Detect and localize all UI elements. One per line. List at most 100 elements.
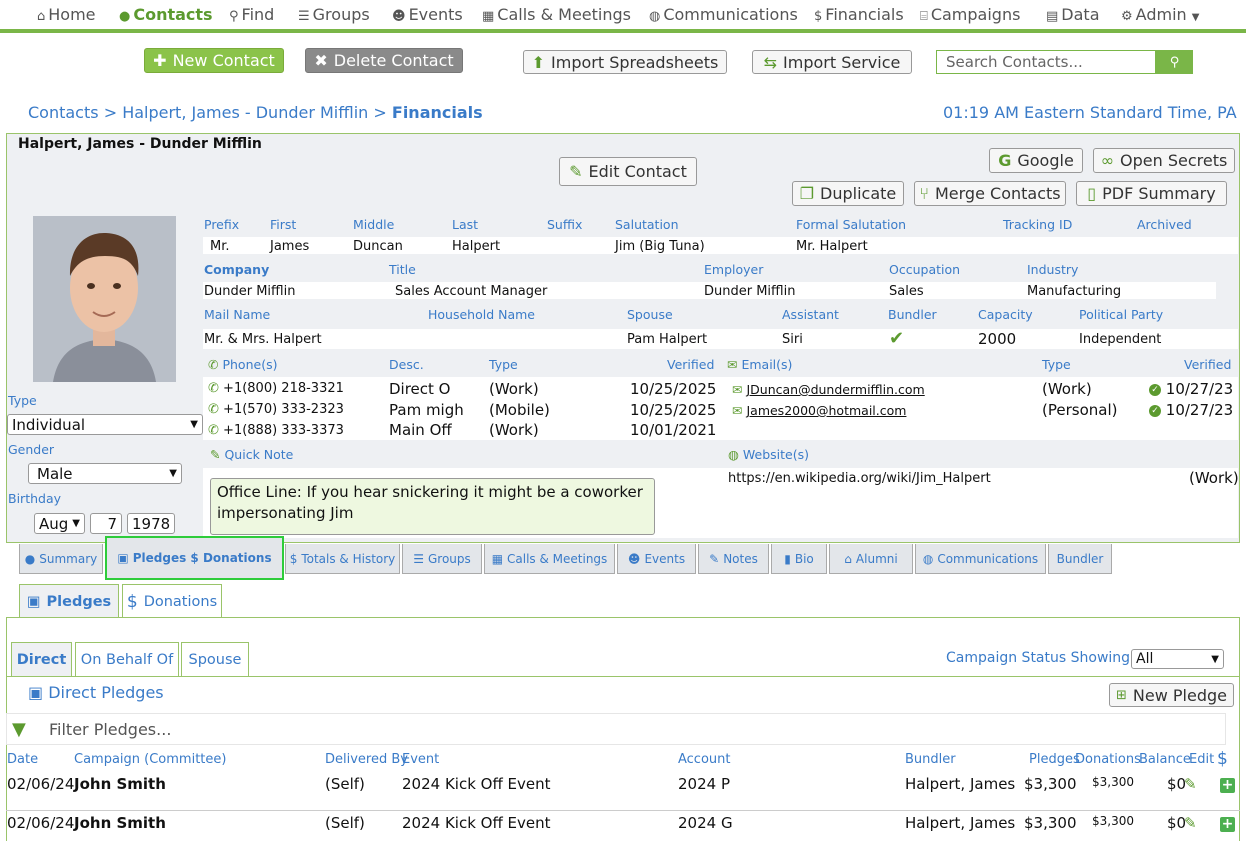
tab-pledges-donations[interactable]: ▣ Pledges $ Donations <box>105 536 284 580</box>
pdf-summary-button[interactable]: ▯ PDF Summary <box>1076 181 1227 206</box>
quick-note-textarea[interactable]: Office Line: If you hear snickering it m… <box>210 478 655 535</box>
spouse-value[interactable]: Pam Halpert <box>627 332 707 347</box>
delete-contact-button[interactable]: ✖ Delete Contact <box>305 48 463 73</box>
col-balance[interactable]: Balance <box>1139 752 1191 767</box>
capacity-value[interactable]: 2000 <box>978 330 1016 348</box>
salutation-value[interactable]: Jim (Big Tuna) <box>615 239 705 254</box>
subtab-donations[interactable]: $ Donations <box>122 584 222 618</box>
email-row[interactable]: ✉ James2000@hotmail.com <box>732 403 906 418</box>
col-edit[interactable]: Edit <box>1189 752 1214 767</box>
last-value[interactable]: Halpert <box>452 239 500 254</box>
gender-select[interactable]: Male ▼ <box>28 463 182 484</box>
search-icon: ⚲ <box>229 9 239 24</box>
tab-bundler[interactable]: Bundler <box>1048 544 1112 574</box>
pledge-tab-on-behalf-of[interactable]: On Behalf Of <box>75 642 179 676</box>
nav-campaigns[interactable]: ⌸ Campaigns <box>920 5 1020 24</box>
nav-data[interactable]: ▤ Data <box>1046 5 1100 24</box>
breadcrumb-contact[interactable]: Halpert, James - Dunder Mifflin <box>122 103 368 122</box>
new-pledge-button[interactable]: ⊞ New Pledge <box>1109 683 1234 707</box>
col-account[interactable]: Account <box>678 752 731 767</box>
nav-contacts[interactable]: ● Contacts <box>119 5 213 24</box>
edit-contact-button[interactable]: ✎ Edit Contact <box>559 157 697 186</box>
phone-type: (Mobile) <box>489 401 550 419</box>
company-value[interactable]: Dunder Mifflin <box>204 284 295 299</box>
col-delivered-by[interactable]: Delivered By <box>325 752 408 767</box>
col-campaign[interactable]: Campaign (Committee) <box>74 752 226 767</box>
nav-find[interactable]: ⚲ Find <box>229 5 274 24</box>
political-party-value[interactable]: Independent <box>1079 332 1161 347</box>
tab-totals-history[interactable]: $ Totals & History <box>285 544 400 574</box>
nav-financials[interactable]: $ Financials <box>814 5 904 24</box>
formal-salutation-value[interactable]: Mr. Halpert <box>796 239 868 254</box>
tab-calls-meetings[interactable]: ▦ Calls & Meetings <box>484 544 615 574</box>
phone-row[interactable]: ✆ +1(888) 333-3373 <box>208 423 344 438</box>
nav-communications[interactable]: ◍ Communications <box>649 5 798 24</box>
birthday-day-input[interactable]: 7 <box>90 513 122 534</box>
campaign-status-select[interactable]: All ▼ <box>1131 649 1224 669</box>
industry-value[interactable]: Manufacturing <box>1027 284 1121 299</box>
add-donation-icon[interactable]: + <box>1220 775 1235 793</box>
search-contacts-input[interactable]: Search Contacts... <box>936 50 1156 74</box>
open-secrets-button[interactable]: ∞ Open Secrets <box>1093 148 1235 173</box>
nav-groups[interactable]: ☰ Groups <box>298 5 370 24</box>
tab-alumni[interactable]: ⌂ Alumni <box>829 544 913 574</box>
nav-calls-meetings[interactable]: ▦ Calls & Meetings <box>482 5 631 24</box>
assistant-value[interactable]: Siri <box>782 332 803 347</box>
filter-pledges-input[interactable]: ▼ Filter Pledges... <box>6 713 1226 745</box>
nav-admin[interactable]: ⚙ Admin ▼ <box>1121 5 1199 24</box>
col-pledges[interactable]: Pledges <box>1029 752 1080 767</box>
chevron-down-icon: ▼ <box>1211 653 1219 665</box>
import-service-button[interactable]: ⇆ Import Service <box>752 50 912 74</box>
nav-home[interactable]: ⌂ Home <box>37 5 96 24</box>
phone-row[interactable]: ✆ +1(800) 218-3321 <box>208 381 344 396</box>
breadcrumb-contacts[interactable]: Contacts <box>28 103 99 122</box>
type-select[interactable]: Individual ▼ <box>7 414 203 435</box>
title-value[interactable]: Sales Account Manager <box>395 284 547 299</box>
middle-value[interactable]: Duncan <box>353 239 403 254</box>
search-icon: ⚲ <box>1169 54 1180 70</box>
list-icon: ☰ <box>298 9 310 24</box>
duplicate-button[interactable]: ❐ Duplicate <box>792 181 904 206</box>
phone-row[interactable]: ✆ +1(570) 333-2323 <box>208 402 344 417</box>
first-value[interactable]: James <box>270 239 309 254</box>
col-bundler[interactable]: Bundler <box>905 752 956 767</box>
tab-groups[interactable]: ☰ Groups <box>402 544 482 574</box>
cell-campaign[interactable]: John Smith <box>74 775 166 793</box>
col-date[interactable]: Date <box>7 752 38 767</box>
employer-value[interactable]: Dunder Mifflin <box>704 284 795 299</box>
col-event[interactable]: Event <box>402 752 439 767</box>
add-donation-icon[interactable]: + <box>1220 814 1235 832</box>
tab-communications[interactable]: ◍ Communications <box>915 544 1046 574</box>
edit-pencil-icon[interactable]: ✎ <box>1184 775 1197 793</box>
tab-events[interactable]: ☻ Events <box>617 544 696 574</box>
mail-name-value[interactable]: Mr. & Mrs. Halpert <box>204 332 322 347</box>
new-contact-button[interactable]: ✚ New Contact <box>144 48 284 73</box>
phone-desc[interactable]: Direct O <box>389 380 451 398</box>
edit-pencil-icon[interactable]: ✎ <box>1184 814 1197 832</box>
phone-verified-label: Verified <box>667 357 715 372</box>
birthday-year-input[interactable]: 1978 <box>127 513 175 534</box>
tab-bio[interactable]: ▮ Bio <box>771 544 827 574</box>
phone-desc[interactable]: Main Off <box>389 421 452 439</box>
top-nav: ⌂ Home ● Contacts ⚲ Find ☰ Groups ☻ Events ▦ C… <box>0 0 1246 33</box>
search-button[interactable]: ⚲ <box>1156 50 1193 74</box>
pledge-tab-direct[interactable]: Direct <box>11 642 72 676</box>
birthday-month-select[interactable]: Aug ▼ <box>34 513 85 534</box>
website-link[interactable]: https://en.wikipedia.org/wiki/Jim_Halper… <box>728 471 991 486</box>
envelope-icon: ✉ <box>727 357 738 372</box>
subtab-pledges[interactable]: ▣ Pledges <box>19 584 119 618</box>
pledge-tab-spouse[interactable]: Spouse <box>181 642 249 676</box>
google-button[interactable]: G Google <box>989 148 1083 173</box>
cell-campaign[interactable]: John Smith <box>74 814 166 832</box>
merge-contacts-button[interactable]: ⑂ Merge Contacts <box>914 181 1066 206</box>
import-spreadsheets-button[interactable]: ⬆ Import Spreadsheets <box>523 50 727 74</box>
occupation-value[interactable]: Sales <box>889 284 924 299</box>
gender-label: Gender <box>8 442 55 457</box>
col-donations[interactable]: Donations <box>1075 752 1141 767</box>
tab-notes[interactable]: ✎ Notes <box>698 544 769 574</box>
phone-desc[interactable]: Pam migh <box>389 401 464 419</box>
email-row[interactable]: ✉ JDuncan@dundermifflin.com <box>732 382 925 397</box>
nav-events[interactable]: ☻ Events <box>392 5 463 24</box>
tab-summary[interactable]: ● Summary <box>19 544 103 574</box>
prefix-value[interactable]: Mr. <box>210 239 230 254</box>
